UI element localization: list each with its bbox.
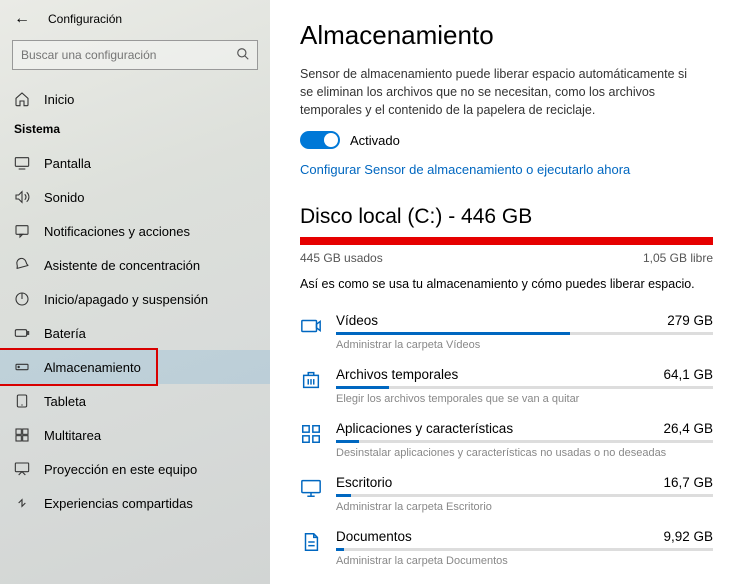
sidebar-item-label: Tableta <box>44 394 86 409</box>
category-sublabel: Administrar la carpeta Documentos <box>336 555 713 567</box>
sidebar-section-header: Sistema <box>0 116 270 146</box>
window-title: Configuración <box>48 12 122 26</box>
disk-usage-meta: 445 GB usados 1,05 GB libre <box>300 251 713 265</box>
disk-title: Disco local (C:) - 446 GB <box>300 205 713 229</box>
category-bar <box>336 386 713 389</box>
sidebar-item-shared[interactable]: Experiencias compartidas <box>0 486 270 520</box>
category-bar <box>336 440 713 443</box>
battery-icon <box>14 325 30 341</box>
category-size: 26,4 GB <box>663 421 713 436</box>
desktop-icon <box>300 477 322 499</box>
category-name: Documentos <box>336 529 412 544</box>
search-box[interactable] <box>12 40 258 70</box>
sidebar-item-label: Pantalla <box>44 156 91 171</box>
storage-icon <box>14 359 30 375</box>
category-bar <box>336 494 713 497</box>
category-body: Vídeos 279 GB Administrar la carpeta Vídeo… <box>336 313 713 351</box>
category-body: Documentos 9,92 GB Administrar la carpeta … <box>336 529 713 567</box>
sidebar-item-label: Proyección en este equipo <box>44 462 197 477</box>
home-icon <box>14 91 30 107</box>
category-apps[interactable]: Aplicaciones y características 26,4 GB Des… <box>300 413 713 467</box>
video-icon <box>300 315 322 337</box>
projecting-icon <box>14 461 30 477</box>
category-bar <box>336 332 713 335</box>
sidebar: ← Configuración Inicio Sistema Pantalla … <box>0 0 270 584</box>
category-name: Escritorio <box>336 475 392 490</box>
sidebar-item-label: Asistente de concentración <box>44 258 200 273</box>
search-icon <box>236 47 250 61</box>
sidebar-item-power[interactable]: Inicio/apagado y suspensión <box>0 282 270 316</box>
sidebar-item-multitask[interactable]: Multitarea <box>0 418 270 452</box>
category-desktop[interactable]: Escritorio 16,7 GB Administrar la carpeta … <box>300 467 713 521</box>
category-size: 16,7 GB <box>663 475 713 490</box>
category-size: 9,92 GB <box>663 529 713 544</box>
sidebar-item-label: Batería <box>44 326 86 341</box>
category-documents[interactable]: Documentos 9,92 GB Administrar la carpeta … <box>300 521 713 575</box>
document-icon <box>300 531 322 553</box>
toggle-label: Activado <box>350 133 400 148</box>
category-body: Archivos temporales 64,1 GB Elegir los arc… <box>336 367 713 405</box>
sidebar-item-notifications[interactable]: Notificaciones y acciones <box>0 214 270 248</box>
search-input[interactable] <box>12 40 258 70</box>
category-sublabel: Elegir los archivos temporales que se va… <box>336 393 713 405</box>
storage-sense-toggle-row: Activado <box>300 131 713 149</box>
multitask-icon <box>14 427 30 443</box>
category-videos[interactable]: Vídeos 279 GB Administrar la carpeta Vídeo… <box>300 305 713 359</box>
sidebar-header: ← Configuración <box>0 10 270 40</box>
category-name: Archivos temporales <box>336 367 458 382</box>
category-list: Vídeos 279 GB Administrar la carpeta Vídeo… <box>300 305 713 575</box>
trash-icon <box>300 369 322 391</box>
sound-icon <box>14 189 30 205</box>
disk-usage-intro: Así es como se usa tu almacenamiento y c… <box>300 277 713 291</box>
sidebar-item-label: Notificaciones y acciones <box>44 224 190 239</box>
disk-used-label: 445 GB usados <box>300 251 383 265</box>
category-size: 279 GB <box>667 313 713 328</box>
sidebar-item-label: Multitarea <box>44 428 101 443</box>
sidebar-item-display[interactable]: Pantalla <box>0 146 270 180</box>
category-size: 64,1 GB <box>663 367 713 382</box>
tablet-icon <box>14 393 30 409</box>
category-sublabel: Desinstalar aplicaciones y característic… <box>336 447 713 459</box>
category-sublabel: Administrar la carpeta Escritorio <box>336 501 713 513</box>
configure-storage-sense-link[interactable]: Configurar Sensor de almacenamiento o ej… <box>300 162 630 177</box>
focus-assist-icon <box>14 257 30 273</box>
sidebar-item-label: Inicio/apagado y suspensión <box>44 292 208 307</box>
sidebar-item-label: Experiencias compartidas <box>44 496 193 511</box>
storage-sense-toggle[interactable] <box>300 131 340 149</box>
sidebar-item-label: Inicio <box>44 92 74 107</box>
category-name: Aplicaciones y características <box>336 421 513 436</box>
apps-icon <box>300 423 322 445</box>
category-name: Vídeos <box>336 313 378 328</box>
disk-usage-bar <box>300 237 713 245</box>
category-bar <box>336 548 713 551</box>
category-sublabel: Administrar la carpeta Vídeos <box>336 339 713 351</box>
disk-free-label: 1,05 GB libre <box>643 251 713 265</box>
category-temp-files[interactable]: Archivos temporales 64,1 GB Elegir los arc… <box>300 359 713 413</box>
display-icon <box>14 155 30 171</box>
sidebar-item-home[interactable]: Inicio <box>0 82 270 116</box>
sidebar-item-focus[interactable]: Asistente de concentración <box>0 248 270 282</box>
main-content: Almacenamiento Sensor de almacenamiento … <box>270 0 743 584</box>
back-arrow-icon[interactable]: ← <box>14 10 30 28</box>
shared-icon <box>14 495 30 511</box>
category-body: Escritorio 16,7 GB Administrar la carpeta … <box>336 475 713 513</box>
sidebar-item-label: Almacenamiento <box>44 360 141 375</box>
sidebar-item-storage[interactable]: Almacenamiento <box>0 350 270 384</box>
sidebar-item-tablet[interactable]: Tableta <box>0 384 270 418</box>
sidebar-item-battery[interactable]: Batería <box>0 316 270 350</box>
storage-sense-description: Sensor de almacenamiento puede liberar e… <box>300 65 700 119</box>
power-icon <box>14 291 30 307</box>
sidebar-item-label: Sonido <box>44 190 84 205</box>
sidebar-item-sound[interactable]: Sonido <box>0 180 270 214</box>
notifications-icon <box>14 223 30 239</box>
category-body: Aplicaciones y características 26,4 GB Des… <box>336 421 713 459</box>
sidebar-item-projecting[interactable]: Proyección en este equipo <box>0 452 270 486</box>
page-title: Almacenamiento <box>300 20 713 51</box>
